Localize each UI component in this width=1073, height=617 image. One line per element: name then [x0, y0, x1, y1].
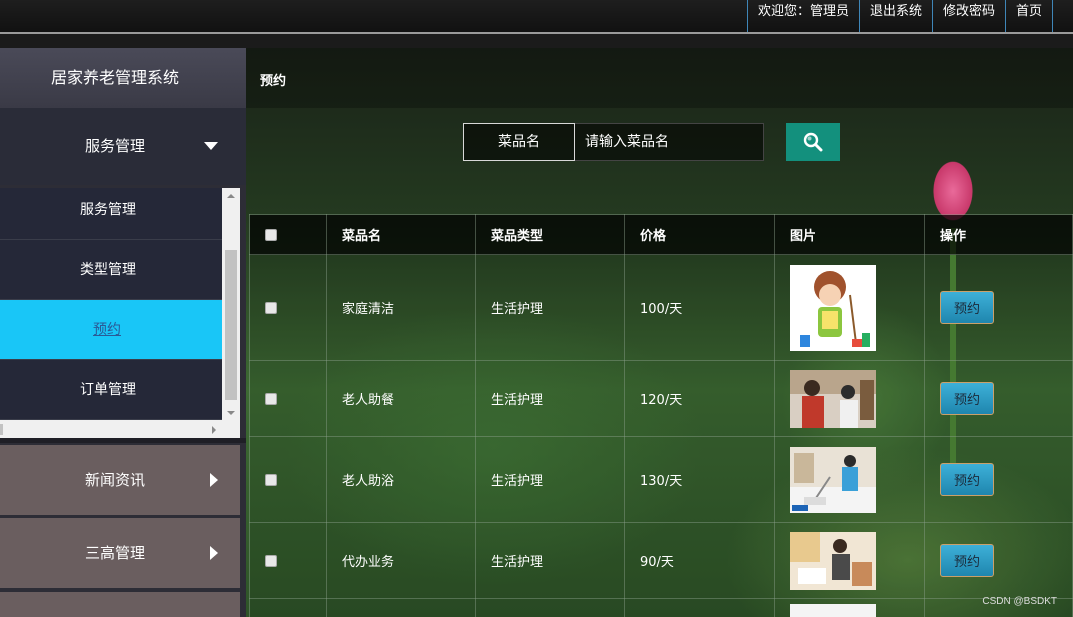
sidebar-item-type-manage[interactable]: 类型管理: [0, 240, 222, 300]
cell-image: [774, 254, 925, 361]
row-checkbox-cell: [249, 254, 327, 361]
table-row: 老人助浴 生活护理 130/天 预约: [249, 436, 1073, 523]
vertical-scrollbar[interactable]: [222, 188, 240, 421]
row-checkbox[interactable]: [265, 473, 277, 486]
column-header: 操作: [924, 214, 1073, 255]
watermark: CSDN @BSDKT: [982, 596, 1057, 607]
logout-link[interactable]: 退出系统: [858, 0, 932, 32]
cell-price: 90/天: [624, 522, 775, 599]
table-row: 代办业务 生活护理 90/天 预约: [249, 522, 1073, 599]
select-all-checkbox[interactable]: [265, 228, 277, 241]
caret-down-icon: [204, 142, 218, 150]
cell-action: 预约: [924, 522, 1073, 599]
column-header[interactable]: 菜品名: [326, 214, 476, 255]
cartoon-cleaner-image: [790, 264, 876, 351]
sidebar-item-label: 订单管理: [80, 382, 136, 398]
data-table: 菜品名 菜品类型 价格 图片 操作 家庭清洁 生活护理 100/天 预约 老人助…: [249, 214, 1073, 617]
row-checkbox[interactable]: [265, 301, 277, 314]
sidebar-group-partial[interactable]: [0, 592, 240, 617]
row-checkbox-cell: [249, 360, 327, 437]
change-password-link[interactable]: 修改密码: [931, 0, 1005, 32]
scroll-up-arrow-icon[interactable]: [227, 194, 235, 198]
sidebar-item-label: 预约: [93, 322, 121, 338]
scrollbar-thumb[interactable]: [0, 424, 3, 435]
sidebar-item-booking[interactable]: 预约: [0, 300, 222, 360]
cell-price: 130/天: [624, 436, 775, 523]
row-checkbox-cell: [249, 522, 327, 599]
book-button[interactable]: 预约: [940, 291, 994, 324]
sidebar-group-three-highs[interactable]: 三高管理: [0, 518, 240, 588]
cell-name: 老人助浴: [326, 436, 476, 523]
sidebar-item-label: 服务管理: [80, 202, 136, 218]
cell-name: 老人助餐: [326, 360, 476, 437]
cell-action: 预约: [924, 254, 1073, 361]
row-checkbox-cell: [249, 436, 327, 523]
sidebar: 居家养老管理系统 服务管理 服务管理 类型管理 预约 订单管理 新闻资讯 三高管…: [0, 48, 246, 617]
caret-right-icon: [210, 546, 218, 560]
search-button[interactable]: [786, 123, 840, 161]
cell-action: 预约: [924, 360, 1073, 437]
table-row: 老人助餐 生活护理 120/天 预约: [249, 360, 1073, 437]
submenu-panel: 服务管理 类型管理 预约 订单管理: [0, 188, 240, 438]
welcome-text: 欢迎您：管理员: [746, 0, 859, 32]
sidebar-group-news[interactable]: 新闻资讯: [0, 445, 240, 515]
sidebar-divider: [0, 438, 246, 443]
caret-right-icon: [210, 473, 218, 487]
sidebar-item-order-manage[interactable]: 订单管理: [0, 360, 222, 420]
table-row: [249, 598, 1073, 617]
cell-price: 120/天: [624, 360, 775, 437]
scrollbar-thumb[interactable]: [225, 250, 237, 400]
cell-name: 代办业务: [326, 522, 476, 599]
book-button[interactable]: 预约: [940, 544, 994, 577]
main-content: 预约 菜品名 菜品名 菜品类型 价格 图片 操作: [246, 48, 1073, 617]
home-link[interactable]: 首页: [1004, 0, 1053, 32]
top-bar: 欢迎您：管理员 退出系统 修改密码 首页: [0, 0, 1073, 34]
table-header-row: 菜品名 菜品类型 价格 图片 操作: [249, 214, 1073, 255]
sidebar-group-service[interactable]: 服务管理: [0, 108, 246, 185]
column-header[interactable]: 价格: [624, 214, 775, 255]
title-bar: 预约: [246, 48, 1073, 108]
sidebar-group-label: 三高管理: [85, 544, 146, 562]
top-nav: 欢迎您：管理员 退出系统 修改密码 首页: [746, 0, 1053, 32]
sidebar-item-label: 类型管理: [80, 262, 136, 278]
search-input[interactable]: [575, 123, 764, 161]
errand-service-photo: [790, 531, 876, 590]
select-all-cell: [249, 214, 327, 255]
search-label: 菜品名: [463, 123, 575, 161]
horizontal-scrollbar[interactable]: [0, 421, 222, 438]
column-header: 图片: [774, 214, 925, 255]
row-checkbox[interactable]: [265, 554, 277, 567]
cell-name: 家庭清洁: [326, 254, 476, 361]
cell-image: [774, 360, 925, 437]
page-title: 预约: [260, 74, 287, 89]
book-button[interactable]: 预约: [940, 463, 994, 496]
sidebar-item-service-manage[interactable]: 服务管理: [0, 188, 222, 240]
meal-assist-photo: [790, 369, 876, 428]
row-checkbox[interactable]: [265, 392, 277, 405]
search-icon: [803, 132, 823, 152]
sidebar-group-label: 新闻资讯: [85, 471, 146, 489]
cell-type: 生活护理: [475, 360, 625, 437]
cell-type: 生活护理: [475, 254, 625, 361]
cell-type: 生活护理: [475, 436, 625, 523]
cell-type: 生活护理: [475, 522, 625, 599]
scroll-down-arrow-icon[interactable]: [227, 411, 235, 415]
column-header[interactable]: 菜品类型: [475, 214, 625, 255]
cell-image: [774, 522, 925, 599]
bath-assist-photo: [790, 446, 876, 513]
book-button[interactable]: 预约: [940, 382, 994, 415]
brand-title: 居家养老管理系统: [0, 48, 246, 108]
cell-image: [774, 436, 925, 523]
table-row: 家庭清洁 生活护理 100/天 预约: [249, 254, 1073, 361]
sidebar-group-label: 服务管理: [85, 137, 146, 155]
cell-price: 100/天: [624, 254, 775, 361]
cell-action: 预约: [924, 436, 1073, 523]
partial-image: [790, 603, 876, 617]
scroll-right-arrow-icon[interactable]: [212, 426, 216, 434]
